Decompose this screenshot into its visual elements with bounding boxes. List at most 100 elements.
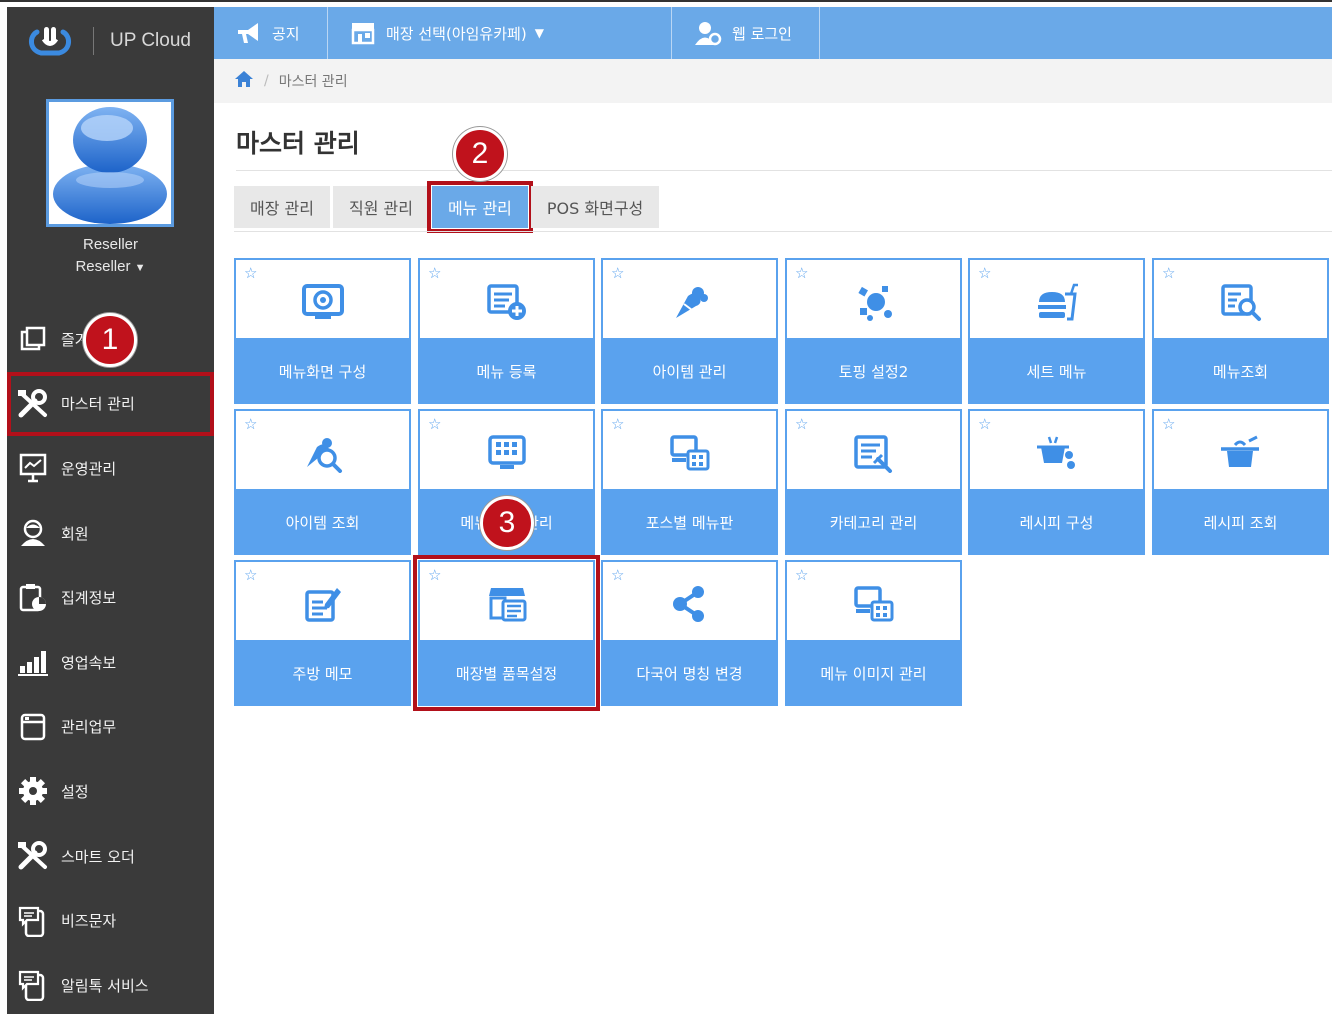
tile-label: 아이템 관리	[601, 338, 778, 404]
tile-label: 다국어 명칭 변경	[601, 640, 778, 706]
megaphone-icon	[236, 21, 262, 45]
tile-kitchen-memo[interactable]: ☆ 주방 메모	[234, 560, 411, 706]
step-badge-3: 3	[480, 496, 534, 550]
tab-store-management[interactable]: 매장 관리	[234, 186, 330, 228]
tile-topping[interactable]: ☆ 토핑 설정2	[785, 258, 962, 404]
sidebar-item-label: 스마트 오더	[61, 847, 135, 866]
share-icon	[603, 576, 776, 632]
home-icon[interactable]	[234, 70, 254, 92]
list-add-icon	[420, 274, 593, 330]
sidebar-item-settings[interactable]: 설정	[7, 759, 214, 824]
tile-label: 포스별 메뉴판	[601, 489, 778, 555]
store-select-label: 매장 선택(아임유카페)	[386, 24, 527, 43]
tile-label: 레시피 구성	[968, 489, 1145, 555]
category-icon	[787, 425, 960, 481]
food-search-icon	[236, 425, 409, 481]
screen-settings-icon	[236, 274, 409, 330]
tile-label: 메뉴조회	[1152, 338, 1329, 404]
user-role-dropdown[interactable]: Reseller ▼	[7, 258, 214, 275]
tile-store-items[interactable]: ☆ 매장별 품목설정	[413, 555, 600, 711]
sidebar-item-alimtalk[interactable]: 알림톡 서비스	[7, 953, 214, 1018]
caret-down-icon: ▼	[534, 26, 544, 40]
notice-label: 공지	[272, 24, 300, 43]
sidebar-item-label: 운영관리	[61, 459, 117, 478]
phone-chat-icon	[17, 969, 49, 1002]
breadcrumb-separator: /	[264, 73, 269, 89]
tile-label: 토핑 설정2	[785, 338, 962, 404]
sidebar-item-label: 알림톡 서비스	[61, 976, 149, 995]
tile-label: 세트 메뉴	[968, 338, 1145, 404]
tile-recipe-search[interactable]: ☆ 레시피 조회	[1152, 409, 1329, 555]
tile-label: 메뉴화면 구성	[234, 338, 411, 404]
tile-menu-register[interactable]: ☆ 메뉴 등록	[418, 258, 595, 404]
tile-label: 아이템 조회	[234, 489, 411, 555]
bookmark-icon	[17, 323, 49, 355]
logo-icon	[27, 24, 73, 58]
food-icon	[603, 274, 776, 330]
tile-menu-image[interactable]: ☆ 메뉴 이미지 관리	[785, 560, 962, 706]
tile-recipe[interactable]: ☆ 레시피 구성	[968, 409, 1145, 555]
tile-item-management[interactable]: ☆ 아이템 관리	[601, 258, 778, 404]
tile-category[interactable]: ☆ 카테고리 관리	[785, 409, 962, 555]
tab-menu-management[interactable]: 메뉴 관리	[426, 181, 533, 233]
tile-menu-search[interactable]: ☆ 메뉴조회	[1152, 258, 1329, 404]
user-role: Reseller	[75, 258, 131, 275]
sidebar-item-master[interactable]: 마스터 관리	[7, 371, 214, 437]
sidebar-item-admin[interactable]: 관리업무	[7, 695, 214, 760]
burger-set-icon	[970, 274, 1143, 330]
clipboard-chart-icon	[17, 582, 49, 614]
tile-item-search[interactable]: ☆ 아이템 조회	[234, 409, 411, 555]
recipe-icon	[970, 425, 1143, 481]
user-gear-icon	[694, 20, 722, 46]
tile-label: 메뉴 등록	[418, 338, 595, 404]
store-icon	[350, 21, 376, 45]
sidebar-item-members[interactable]: 회원	[7, 501, 214, 566]
tile-menu-screen[interactable]: ☆ 메뉴화면 구성	[234, 258, 411, 404]
sidebar-item-operations[interactable]: 운영관리	[7, 436, 214, 501]
step-badge-2: 2	[453, 127, 507, 181]
tile-label: 레시피 조회	[1152, 489, 1329, 555]
pot-icon	[1154, 425, 1327, 481]
sidebar-item-label: 집계정보	[61, 589, 117, 608]
bar-chart-icon	[17, 646, 49, 678]
tile-multilingual[interactable]: ☆ 다국어 명칭 변경	[601, 560, 778, 706]
tools-icon	[17, 840, 49, 872]
list-search-icon	[1154, 274, 1327, 330]
sidebar-item-label: 비즈문자	[61, 912, 117, 931]
sidebar-item-label: 회원	[61, 524, 89, 543]
keypad-icon	[420, 425, 593, 481]
sidebar-item-smart-order[interactable]: 스마트 오더	[7, 824, 214, 889]
document-icon	[17, 711, 49, 743]
sidebar-item-aggregate[interactable]: 집계정보	[7, 565, 214, 630]
logo[interactable]: UP Cloud	[27, 21, 191, 61]
top-bar: 공지 매장 선택(아임유카페) ▼ 웹 로그인	[214, 7, 1332, 59]
tile-set-menu[interactable]: ☆ 세트 메뉴	[968, 258, 1145, 404]
monitor-chart-icon	[17, 452, 49, 484]
member-icon	[17, 517, 49, 549]
window-top-border	[0, 0, 1332, 7]
web-login-button[interactable]: 웹 로그인	[672, 7, 820, 59]
tile-label: 주방 메모	[234, 640, 411, 706]
web-login-label: 웹 로그인	[732, 24, 792, 43]
avatar[interactable]	[46, 99, 174, 227]
sidebar: UP Cloud Reseller Reseller ▼ 즐겨찾기	[7, 7, 214, 1014]
sidebar-item-biz-sms[interactable]: 비즈문자	[7, 888, 214, 953]
pos-menu-icon	[603, 425, 776, 481]
phone-chat-icon	[17, 905, 49, 937]
tab-pos-screen[interactable]: POS 화면구성	[530, 186, 660, 228]
tile-label: 카테고리 관리	[785, 489, 962, 555]
store-select-dropdown[interactable]: 매장 선택(아임유카페) ▼	[328, 7, 672, 59]
image-manage-icon	[787, 576, 960, 632]
sidebar-nav: 즐겨찾기 마스터 관리 운영관리 회원 집계정보	[7, 307, 214, 1018]
gear-icon	[17, 775, 49, 807]
tab-staff-management[interactable]: 직원 관리	[332, 186, 429, 228]
sidebar-item-sales-flash[interactable]: 영업속보	[7, 630, 214, 695]
step-badge-1: 1	[83, 313, 137, 367]
tools-icon	[17, 388, 49, 420]
tile-pos-menu[interactable]: ☆ 포스별 메뉴판	[601, 409, 778, 555]
sidebar-item-label: 관리업무	[61, 718, 117, 737]
brand-name: UP Cloud	[110, 30, 191, 51]
notice-button[interactable]: 공지	[214, 7, 328, 59]
memo-icon	[236, 576, 409, 632]
tab-bar: 매장 관리 직원 관리 메뉴 관리 POS 화면구성	[234, 181, 662, 233]
